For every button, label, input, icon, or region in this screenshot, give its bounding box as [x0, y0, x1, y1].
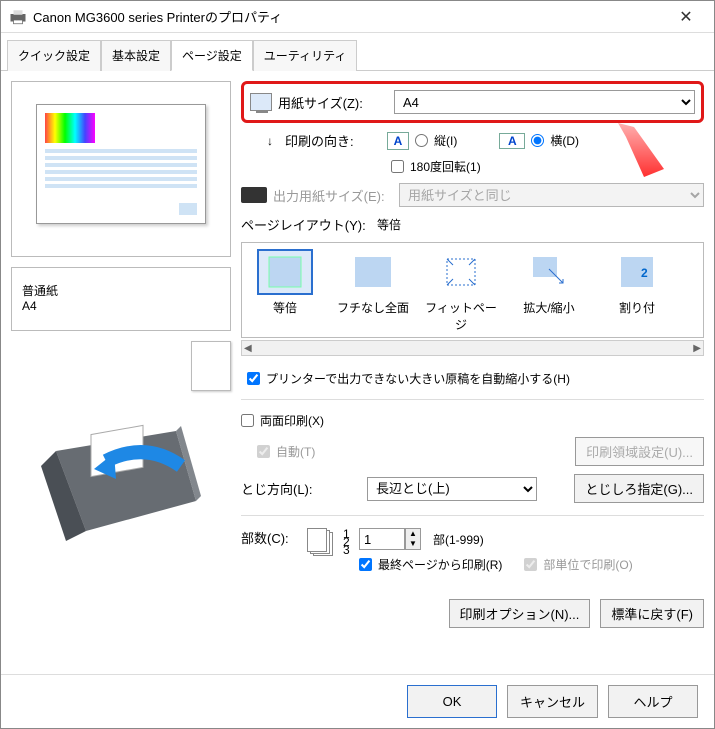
media-size-value: A4 [22, 299, 220, 313]
page-layout-strip: 等倍 フチなし全面 フィットページ 拡大/縮小 2 割り付 [241, 242, 704, 338]
printer-illustration: A [26, 411, 216, 561]
output-size-select: 用紙サイズと同じ [399, 183, 704, 207]
printer-icon [9, 9, 27, 25]
page-layout-label: ページレイアウト(Y): [241, 215, 371, 234]
print-options-button[interactable]: 印刷オプション(N)... [449, 599, 591, 628]
rotate-180-checkbox[interactable]: 180度回転(1) [391, 158, 481, 175]
reverse-order-checkbox[interactable]: 最終ページから印刷(R) [359, 556, 502, 573]
page-preview [36, 104, 206, 224]
layout-scrollbar[interactable]: ◀▶ [241, 340, 704, 356]
restore-defaults-button[interactable]: 標準に戻す(F) [600, 599, 704, 628]
auto-reduce-checkbox[interactable]: プリンターで出力できない大きい原稿を自動縮小する(H) [241, 370, 704, 387]
right-column: 用紙サイズ(Z): A4 ↓ 印刷の向き: A 縦(I) A 横(D) 180度… [241, 81, 704, 636]
duplex-auto-checkbox: 自動(T) [241, 443, 315, 460]
window-title: Canon MG3600 series Printerのプロパティ [33, 7, 666, 26]
printer-properties-window: Canon MG3600 series Printerのプロパティ ✕ クイック… [0, 0, 715, 729]
copies-spinner[interactable]: ▲▼ [359, 528, 421, 550]
tab-main[interactable]: 基本設定 [101, 40, 171, 71]
dialog-footer: OK キャンセル ヘルプ [1, 674, 714, 728]
printer-small-icon [241, 187, 267, 203]
orientation-portrait[interactable]: 縦(I) [415, 132, 457, 149]
media-info-panel: 普通紙 A4 [11, 267, 231, 331]
collate-icon [307, 528, 337, 556]
help-button[interactable]: ヘルプ [608, 685, 698, 718]
landscape-icon: A [499, 133, 525, 149]
tab-bar: クイック設定 基本設定 ページ設定 ユーティリティ [1, 33, 714, 71]
page-layout-value: 等倍 [377, 216, 401, 233]
media-type-value: 普通紙 [22, 282, 220, 299]
binding-select[interactable]: 長辺とじ(上) [367, 477, 537, 501]
layout-item-borderless[interactable]: フチなし全面 [334, 251, 412, 333]
output-preview-thumb [191, 341, 231, 391]
close-button[interactable]: ✕ [666, 7, 706, 27]
left-column: 普通紙 A4 A [11, 81, 231, 636]
titlebar: Canon MG3600 series Printerのプロパティ ✕ [1, 1, 714, 33]
duplex-checkbox[interactable]: 両面印刷(X) [241, 412, 324, 429]
page-size-label: 用紙サイズ(Z): [278, 93, 388, 112]
binding-margin-button[interactable]: とじしろ指定(G)... [574, 474, 704, 503]
tab-utility[interactable]: ユーティリティ [253, 40, 358, 71]
page-order-icon: 123 [343, 528, 353, 558]
orientation-landscape[interactable]: 横(D) [531, 132, 579, 149]
tab-page-setup[interactable]: ページ設定 [171, 40, 253, 71]
tab-quick-setup[interactable]: クイック設定 [7, 40, 101, 71]
copies-range: 部(1-999) [433, 531, 484, 548]
copies-label: 部数(C): [241, 528, 301, 547]
svg-text:3: 3 [343, 543, 350, 557]
page-preview-panel [11, 81, 231, 257]
svg-text:2: 2 [641, 266, 648, 280]
collate-checkbox: 部単位で印刷(O) [524, 556, 632, 573]
layout-item-normal[interactable]: 等倍 [246, 251, 324, 333]
print-area-button: 印刷領域設定(U)... [575, 437, 704, 466]
page-size-row-highlight: 用紙サイズ(Z): A4 [241, 81, 704, 123]
output-size-label: 出力用紙サイズ(E): [273, 186, 393, 205]
portrait-icon: A [387, 132, 409, 150]
binding-label: とじ方向(L): [241, 479, 361, 498]
orientation-label: 印刷の向き: [285, 131, 381, 150]
layout-item-nup[interactable]: 2 割り付 [598, 251, 676, 333]
page-size-select[interactable]: A4 [394, 90, 695, 114]
ok-button[interactable]: OK [407, 685, 497, 718]
monitor-icon [250, 93, 272, 111]
layout-item-fit[interactable]: フィットページ [422, 251, 500, 333]
cancel-button[interactable]: キャンセル [507, 685, 598, 718]
layout-item-scaled[interactable]: 拡大/縮小 [510, 251, 588, 333]
